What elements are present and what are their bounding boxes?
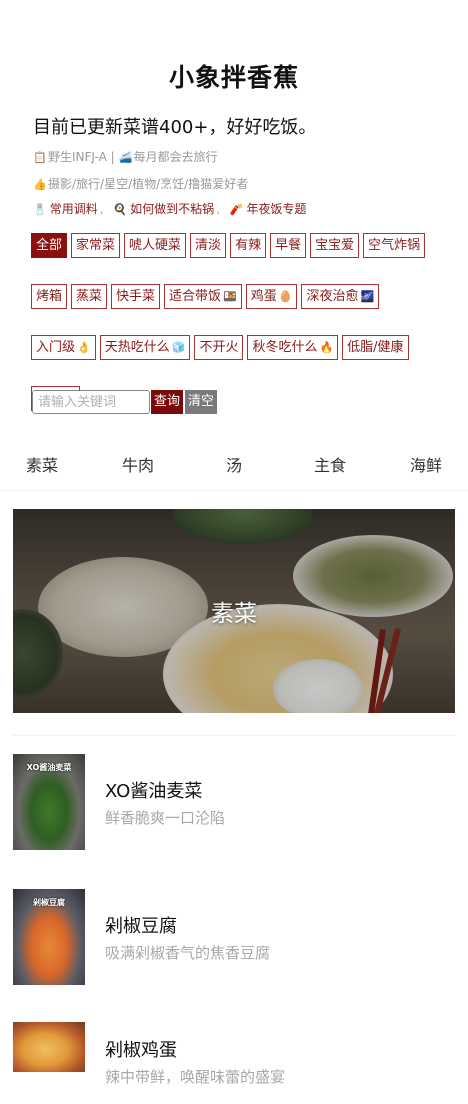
tag-label: 深夜治愈 xyxy=(306,289,359,304)
tag-filter[interactable]: 家常菜 xyxy=(71,233,121,258)
recipe-thumbnail xyxy=(13,1022,85,1072)
pan-icon: 🍳 xyxy=(113,203,128,216)
thumbnail-caption: XO酱油麦菜 xyxy=(26,763,72,772)
recipe-item[interactable]: XO酱油麦菜 XO酱油麦菜 鲜香脆爽一口沦陷 xyxy=(13,754,455,850)
firecracker-icon: 🧨 xyxy=(229,203,244,216)
plane-icon: 🚄 xyxy=(118,151,133,164)
tag-label: 空气炸锅 xyxy=(368,238,421,253)
tag-emoji-icon: 🔥 xyxy=(319,341,334,354)
tag-filter[interactable]: 适合带饭 🍱 xyxy=(164,284,242,309)
clear-button[interactable]: 清空 xyxy=(185,390,218,414)
category-nav: 素菜 牛肉 汤 主食 海鲜 xyxy=(0,452,468,482)
tag-emoji-icon: 🌌 xyxy=(360,290,375,303)
nav-item-soup[interactable]: 汤 xyxy=(226,452,242,476)
category-banner[interactable]: 素菜 xyxy=(13,509,455,713)
tag-filter[interactable]: 唬人硬菜 xyxy=(124,233,187,258)
tag-emoji-icon: 🧊 xyxy=(171,341,186,354)
tag-filter[interactable]: 入门级 👌 xyxy=(31,335,96,360)
tag-filter[interactable]: 有辣 xyxy=(230,233,267,258)
recipe-name: 剁椒豆腐 xyxy=(105,916,177,937)
tag-label: 入门级 xyxy=(36,340,76,355)
page-subtitle: 目前已更新菜谱400+，好好吃饭。 xyxy=(33,117,317,138)
recipe-item[interactable]: 剁椒鸡蛋 辣中带鲜，唤醒味蕾的盛宴 xyxy=(13,1022,455,1086)
link-nonstick-label: 如何做到不粘锅 xyxy=(130,202,215,216)
query-button[interactable]: 查询 xyxy=(151,390,184,414)
meta-mbti: 野生INFJ-A xyxy=(48,150,107,164)
tag-filter[interactable]: 低脂/健康 xyxy=(342,335,409,360)
link-new-year-label: 年夜饭专题 xyxy=(246,202,307,216)
tag-filter[interactable]: 宝宝爱 xyxy=(310,233,360,258)
tag-label: 有辣 xyxy=(235,238,262,253)
search-bar: 查询清空 xyxy=(32,390,218,414)
tag-label: 家常菜 xyxy=(76,238,116,253)
tag-label: 烤箱 xyxy=(36,289,63,304)
clipboard-icon: 📋 xyxy=(33,151,47,164)
tag-filter[interactable]: 深夜治愈 🌌 xyxy=(301,284,380,309)
tag-filter[interactable]: 清淡 xyxy=(190,233,227,258)
search-input[interactable] xyxy=(32,390,150,414)
recipe-thumbnail: XO酱油麦菜 xyxy=(13,754,85,850)
recipe-description: 吸满剁椒香气的焦香豆腐 xyxy=(105,944,271,962)
tag-label: 不开火 xyxy=(199,340,239,355)
link-new-year[interactable]: 🧨 年夜饭专题 xyxy=(230,202,307,216)
tag-filter[interactable]: 烤箱 xyxy=(31,284,68,309)
recipe-description: 辣中带鲜，唤醒味蕾的盛宴 xyxy=(105,1068,286,1086)
tag-filter[interactable]: 全部 xyxy=(31,233,68,258)
tag-label: 宝宝爱 xyxy=(315,238,355,253)
nav-item-seafood[interactable]: 海鲜 xyxy=(410,452,442,476)
tag-label: 早餐 xyxy=(275,238,302,253)
recipe-name: 剁椒鸡蛋 xyxy=(105,1040,177,1061)
nav-item-beef[interactable]: 牛肉 xyxy=(122,452,154,476)
tag-label: 快手菜 xyxy=(116,289,156,304)
tag-label: 适合带饭 xyxy=(169,289,222,304)
tag-filter[interactable]: 蒸菜 xyxy=(71,284,108,309)
tag-label: 低脂/健康 xyxy=(347,340,404,355)
tag-filter[interactable]: 鸡蛋 🥚 xyxy=(245,284,298,309)
recipe-item[interactable]: 剁椒豆腐 剁椒豆腐 吸满剁椒香气的焦香豆腐 xyxy=(13,889,455,985)
tag-label: 清淡 xyxy=(195,238,222,253)
tag-emoji-icon: 🥚 xyxy=(278,290,293,303)
tag-label: 蒸菜 xyxy=(76,289,103,304)
meta-separator: | xyxy=(110,150,115,164)
banner-title: 素菜 xyxy=(211,601,257,627)
tag-filter[interactable]: 快手菜 xyxy=(111,284,161,309)
author-meta-line: 📋野生INFJ-A | 🚄每月都会去旅行 xyxy=(33,148,218,165)
tag-filter[interactable]: 早餐 xyxy=(270,233,307,258)
recipe-thumbnail: 剁椒豆腐 xyxy=(13,889,85,985)
tag-emoji-icon: 👌 xyxy=(77,341,91,354)
meta-hobbies: 摄影/旅行/星空/植物/烹饪/撸猫爱好者 xyxy=(48,177,249,191)
meta-travel: 每月都会去旅行 xyxy=(133,150,218,164)
nav-item-vegetables[interactable]: 素菜 xyxy=(26,452,58,476)
hobby-meta-line: 👍摄影/旅行/星空/植物/烹饪/撸猫爱好者 xyxy=(33,175,248,192)
link-seasonings-label: 常用调料 xyxy=(49,202,98,216)
recipe-description: 鲜香脆爽一口沦陷 xyxy=(105,809,226,827)
tag-label: 天热吃什么 xyxy=(104,340,170,355)
tag-label: 秋冬吃什么 xyxy=(252,340,318,355)
tag-filter[interactable]: 秋冬吃什么 🔥 xyxy=(247,335,339,360)
recipe-name: XO酱油麦菜 xyxy=(105,781,203,802)
tag-label: 鸡蛋 xyxy=(250,289,277,304)
link-seasonings[interactable]: 🧂 常用调料 xyxy=(33,202,98,216)
thumbnail-caption: 剁椒豆腐 xyxy=(33,898,65,907)
tag-filter[interactable]: 不开火 xyxy=(194,335,244,360)
tag-emoji-icon: 🍱 xyxy=(223,290,237,303)
nav-item-staple[interactable]: 主食 xyxy=(314,452,346,476)
salt-icon: 🧂 xyxy=(33,203,47,216)
nav-divider xyxy=(0,490,468,491)
tag-label: 唬人硬菜 xyxy=(129,238,182,253)
tag-filter[interactable]: 空气炸锅 xyxy=(363,233,426,258)
link-nonstick[interactable]: 🍳 如何做到不粘锅 xyxy=(113,202,214,216)
tag-filter[interactable]: 天热吃什么 🧊 xyxy=(99,335,191,360)
quick-links: 🧂 常用调料, 🍳 如何做到不粘锅, 🧨 年夜饭专题 xyxy=(33,202,307,216)
section-divider xyxy=(13,735,455,736)
page-title: 小象拌香蕉 xyxy=(168,63,299,92)
tag-label: 全部 xyxy=(36,238,63,253)
hand-icon: 👍 xyxy=(33,178,47,191)
